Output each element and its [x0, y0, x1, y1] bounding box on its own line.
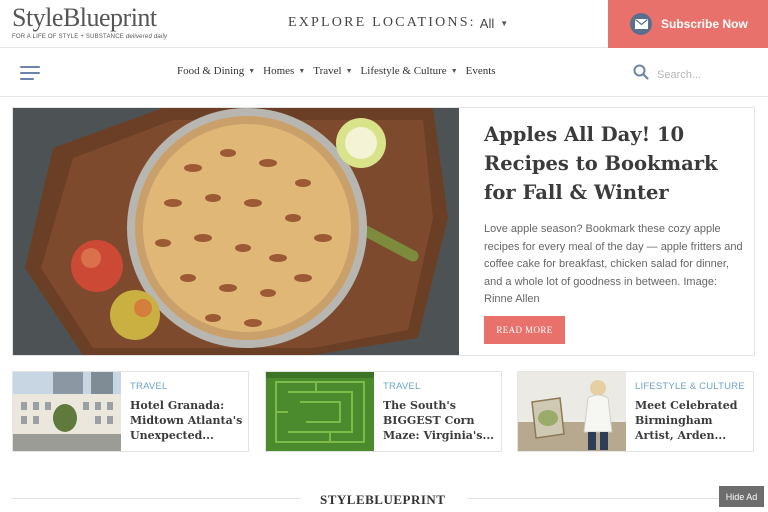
corn-maze-thumbnail	[266, 372, 374, 451]
explore-label: EXPLORE LOCATIONS:	[288, 15, 476, 30]
card-title[interactable]: The South's BIGGEST Corn Maze: Virginia'…	[383, 398, 499, 443]
search-icon[interactable]	[633, 64, 649, 85]
hotel-granada-thumbnail	[13, 372, 121, 451]
chevron-down-icon: ▼	[500, 18, 511, 28]
logo-wordmark: StyleBlueprint	[12, 3, 157, 32]
footer-logo: STYLEBLUEPRINT	[320, 492, 446, 507]
article-title[interactable]: Apples All Day! 10 Recipes to Bookmark f…	[484, 120, 746, 207]
card-category[interactable]: LIFESTYLE & CULTURE	[635, 381, 745, 392]
chevron-down-icon: ▼	[345, 67, 353, 75]
top-bar: StyleBlueprint FOR A LIFE OF STYLE + SUB…	[0, 0, 768, 48]
subscribe-button[interactable]: Subscribe Now	[608, 0, 768, 48]
hamburger-menu-icon[interactable]	[20, 66, 40, 80]
apple-cake-image[interactable]	[13, 108, 459, 355]
subscribe-label: Subscribe Now	[661, 17, 748, 31]
article-description: Love apple season? Bookmark these cozy a…	[484, 223, 743, 305]
hero-text: Apples All Day! 10 Recipes to Bookmark f…	[484, 120, 746, 309]
card-category[interactable]: TRAVEL	[383, 381, 420, 392]
card-category[interactable]: TRAVEL	[130, 381, 167, 392]
featured-article: Apples All Day! 10 Recipes to Bookmark f…	[12, 107, 755, 356]
chevron-down-icon: ▼	[450, 67, 458, 75]
article-card[interactable]: TRAVEL Hotel Granada: Midtown Atlanta's …	[12, 371, 249, 452]
divider	[468, 498, 756, 499]
explore-value: All	[479, 15, 495, 31]
article-card[interactable]: TRAVEL The South's BIGGEST Corn Maze: Vi…	[265, 371, 502, 452]
main-nav: Food & Dining ▼ Homes ▼ Travel ▼ Lifestyle …	[0, 49, 768, 97]
artist-arden-thumbnail	[518, 372, 626, 451]
search-input[interactable]: Search...	[657, 69, 701, 81]
site-logo[interactable]: StyleBlueprint FOR A LIFE OF STYLE + SUB…	[12, 3, 167, 40]
nav-items: Food & Dining ▼ Homes ▼ Travel ▼ Lifestyle …	[177, 65, 504, 77]
nav-item-lifestyle-culture[interactable]: Lifestyle & Culture ▼	[361, 65, 458, 77]
chevron-down-icon: ▼	[298, 67, 306, 75]
card-title[interactable]: Hotel Granada: Midtown Atlanta's Unexpec…	[130, 398, 246, 443]
nav-item-homes[interactable]: Homes ▼	[263, 65, 305, 77]
card-title[interactable]: Meet Celebrated Birmingham Artist, Arden…	[635, 398, 751, 443]
chevron-down-icon: ▼	[248, 67, 256, 75]
search-box[interactable]: Search...	[633, 64, 701, 85]
nav-item-travel[interactable]: Travel ▼	[313, 65, 352, 77]
nav-item-food-dining[interactable]: Food & Dining ▼	[177, 65, 255, 77]
envelope-icon	[630, 13, 652, 35]
nav-item-events[interactable]: Events	[466, 65, 496, 77]
hide-ad-button[interactable]: Hide Ad	[719, 486, 764, 507]
explore-locations-dropdown[interactable]: EXPLORE LOCATIONS: All ▼	[288, 15, 510, 31]
divider	[12, 498, 300, 499]
article-card[interactable]: LIFESTYLE & CULTURE Meet Celebrated Birm…	[517, 371, 754, 452]
read-more-button[interactable]: READ MORE	[484, 316, 565, 344]
logo-tagline: FOR A LIFE OF STYLE + SUBSTANCE delivere…	[12, 34, 168, 40]
